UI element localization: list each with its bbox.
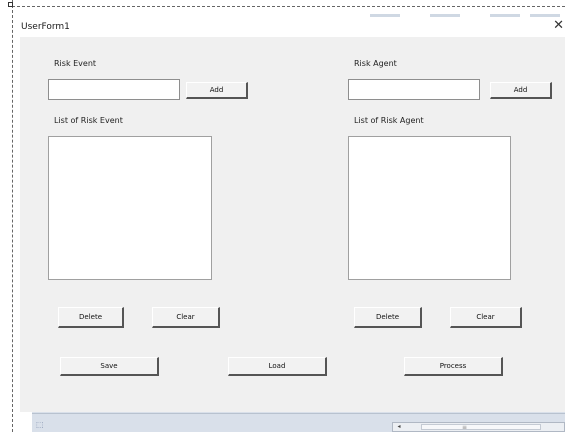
risk-event-listbox[interactable] xyxy=(48,136,212,280)
window-title: UserForm1 xyxy=(21,22,70,32)
sheet-nav-icon[interactable]: ⬚ xyxy=(36,420,44,429)
page-dashed-border-left xyxy=(12,0,13,432)
screenshot-canvas: UserForm1 ✕ Risk Event Add List of Risk … xyxy=(0,0,565,432)
scrollbar-grip-icon: ≡ xyxy=(462,424,468,431)
risk-agent-list-label: List of Risk Agent xyxy=(354,116,424,125)
risk-agent-clear-button[interactable]: Clear xyxy=(450,307,522,328)
page-corner-marker xyxy=(8,2,13,7)
risk-event-delete-button[interactable]: Delete xyxy=(58,307,124,328)
window-titlebar: UserForm1 ✕ xyxy=(20,17,565,37)
risk-agent-input[interactable] xyxy=(348,79,480,100)
page-dashed-border-top xyxy=(12,6,565,7)
risk-event-input[interactable] xyxy=(48,79,180,100)
risk-event-clear-button[interactable]: Clear xyxy=(152,307,220,328)
risk-agent-listbox[interactable] xyxy=(348,136,511,280)
risk-agent-add-button[interactable]: Add xyxy=(490,82,552,99)
scrollbar-thumb[interactable] xyxy=(421,424,541,430)
horizontal-scrollbar[interactable]: ◂ xyxy=(392,422,565,432)
process-button[interactable]: Process xyxy=(404,357,503,376)
risk-agent-label: Risk Agent xyxy=(354,59,397,68)
load-button[interactable]: Load xyxy=(228,357,327,376)
userform-window: UserForm1 ✕ Risk Event Add List of Risk … xyxy=(20,17,565,412)
close-icon[interactable]: ✕ xyxy=(553,19,564,32)
risk-event-list-label: List of Risk Event xyxy=(54,116,123,125)
risk-agent-delete-button[interactable]: Delete xyxy=(354,307,422,328)
save-button[interactable]: Save xyxy=(60,357,159,376)
scroll-left-arrow-icon[interactable]: ◂ xyxy=(394,423,404,431)
statusbar-separator xyxy=(32,413,565,414)
risk-event-add-button[interactable]: Add xyxy=(186,82,248,99)
risk-event-label: Risk Event xyxy=(54,59,97,68)
